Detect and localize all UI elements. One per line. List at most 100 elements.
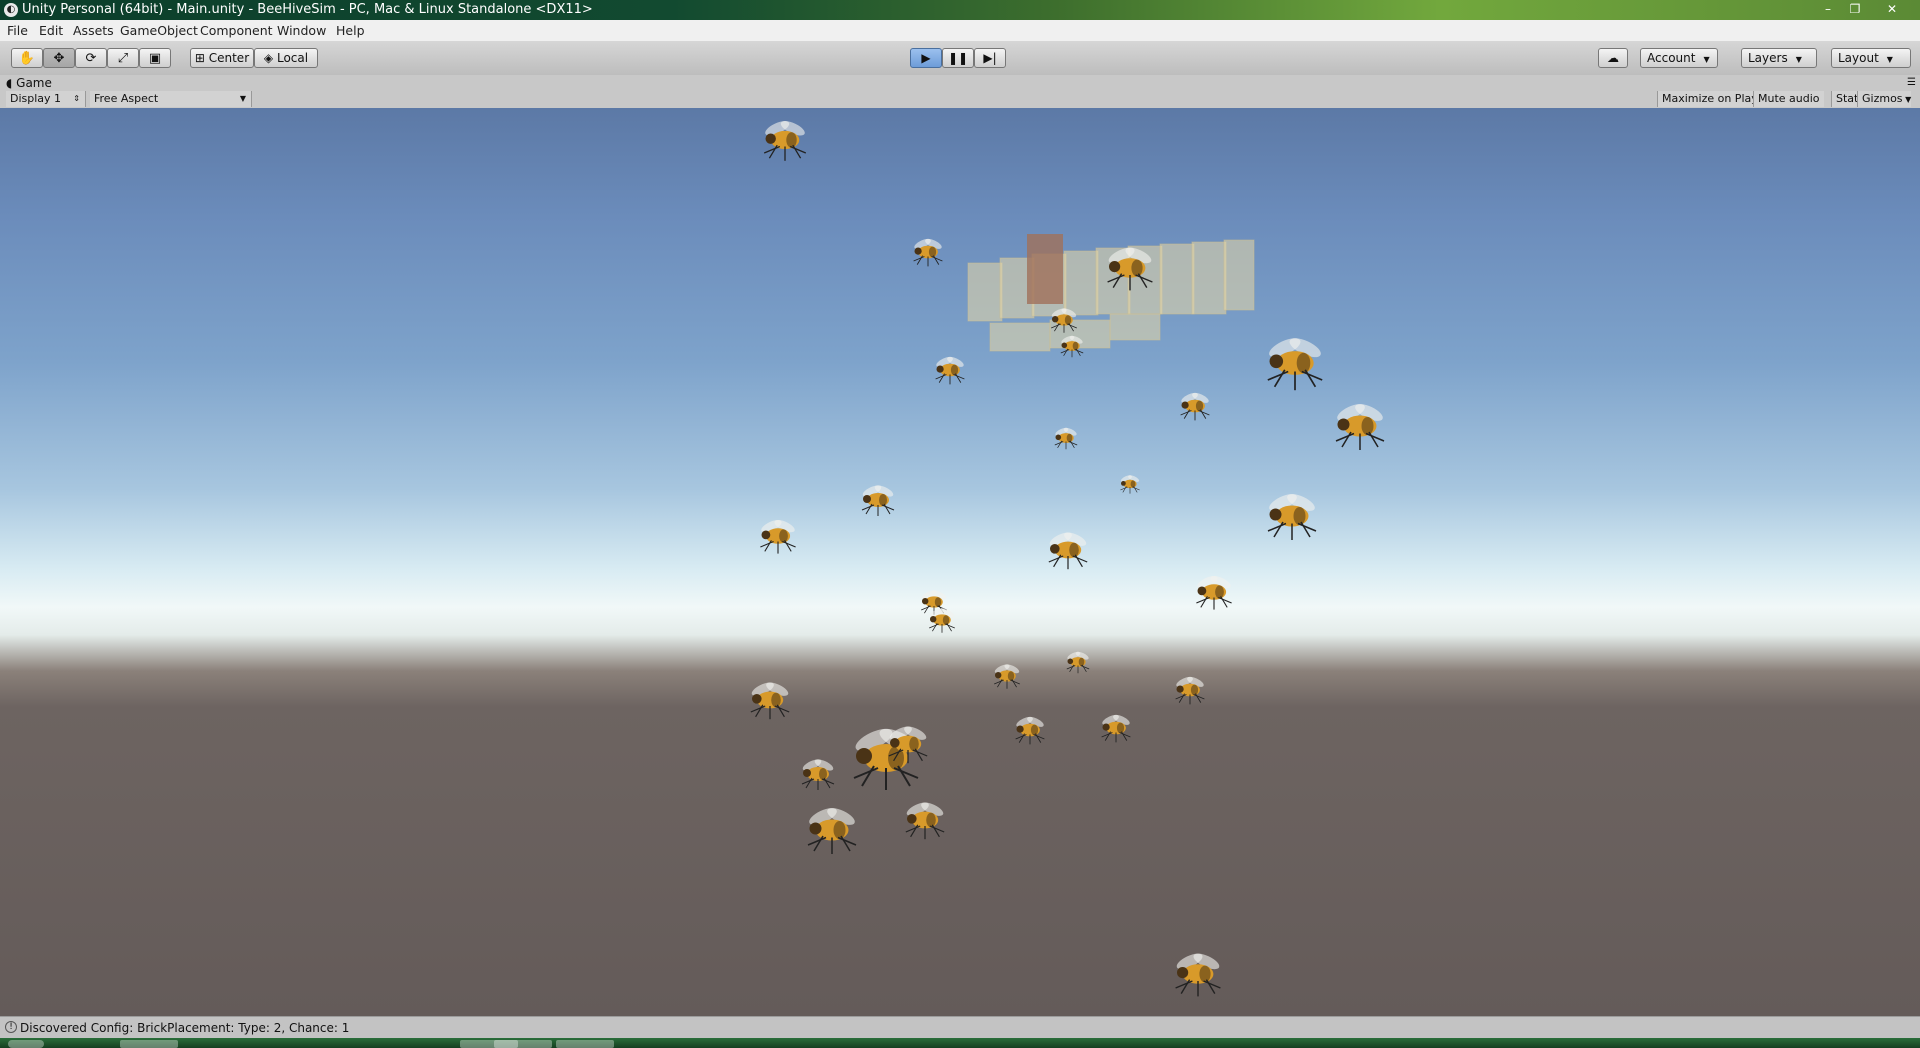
bee-head xyxy=(752,694,762,704)
bee-head xyxy=(856,748,872,764)
bee-stripe xyxy=(1069,542,1079,558)
bee-leg xyxy=(893,767,919,779)
bee-head xyxy=(1016,725,1024,733)
layout-dropdown[interactable]: Layout ▼ xyxy=(1831,48,1911,68)
account-dropdown[interactable]: Account ▼ xyxy=(1640,48,1718,68)
bee-leg xyxy=(776,704,785,718)
bee-head xyxy=(1067,658,1074,665)
maximize-on-play-toggle[interactable]: Maximize on Play xyxy=(1657,91,1762,107)
menu-help[interactable]: Help xyxy=(336,23,365,38)
bee-leg xyxy=(1195,693,1202,703)
restore-icon[interactable]: ❐ xyxy=(1843,0,1867,18)
bee xyxy=(807,808,857,854)
cloud-button[interactable]: ☁ xyxy=(1598,48,1628,68)
bee-leg xyxy=(1180,410,1192,416)
scale-tool-button[interactable]: ⤢ xyxy=(107,48,139,68)
menu-file[interactable]: File xyxy=(7,23,28,38)
bee-stripe xyxy=(926,812,936,828)
bee-leg xyxy=(821,778,835,785)
close-icon[interactable]: ✕ xyxy=(1880,0,1904,18)
taskbar-app-icon[interactable] xyxy=(556,1040,614,1048)
bee-head xyxy=(936,365,944,373)
bee-leg xyxy=(764,540,772,552)
layers-dropdown[interactable]: Layers ▼ xyxy=(1741,48,1817,68)
bee-leg xyxy=(931,256,943,262)
bee-head xyxy=(1269,508,1282,521)
display-select[interactable]: Display 1 ⇕ xyxy=(6,91,86,107)
taskbar-app-icon[interactable] xyxy=(494,1040,552,1048)
menu-edit[interactable]: Edit xyxy=(39,23,63,38)
bee-head xyxy=(922,598,929,605)
bee xyxy=(1101,714,1131,743)
gizmos-dropdown[interactable]: Gizmos ▼ xyxy=(1857,91,1911,107)
bee-leg xyxy=(1132,486,1140,491)
bee-leg xyxy=(1273,369,1286,388)
hive-cell xyxy=(1063,250,1099,316)
rect-tool-button[interactable]: ▣ xyxy=(139,48,171,68)
rotate-tool-button[interactable]: ⟳ xyxy=(75,48,107,68)
hive-cell xyxy=(1159,243,1195,315)
bee-head xyxy=(1050,544,1060,554)
bee-leg xyxy=(1183,409,1190,419)
game-viewport[interactable] xyxy=(0,108,1920,1016)
tab-game[interactable]: ◖ Game xyxy=(6,76,52,92)
bee-leg xyxy=(929,623,939,629)
cloud-icon: ☁ xyxy=(1607,51,1619,65)
menu-window[interactable]: Window xyxy=(277,23,326,38)
aspect-select[interactable]: Free Aspect ▼ xyxy=(90,91,252,107)
os-taskbar xyxy=(0,1038,1920,1048)
pivot-local-button[interactable]: ◈ Local xyxy=(254,48,318,68)
minimize-icon[interactable]: – xyxy=(1816,0,1840,18)
bee-leg xyxy=(1304,369,1317,388)
bee-head xyxy=(765,133,776,144)
pivot-center-button[interactable]: ⊞ Center xyxy=(190,48,254,68)
bee-leg xyxy=(1267,522,1287,532)
move-tool-button[interactable]: ✥ xyxy=(43,48,75,68)
bee-leg xyxy=(782,540,796,548)
bee xyxy=(1054,427,1078,450)
bee-stripe xyxy=(1072,341,1079,351)
bee-head xyxy=(890,738,900,748)
hive-cell xyxy=(1191,241,1227,315)
bee-leg xyxy=(768,144,778,159)
status-bar: ! Discovered Config: BrickPlacement: Typ… xyxy=(0,1016,1920,1039)
chevron-down-icon: ▼ xyxy=(1902,95,1912,104)
menu-gameobject[interactable]: GameObject xyxy=(120,23,198,38)
bee-leg xyxy=(1267,370,1289,381)
bee-leg xyxy=(914,748,923,762)
gizmos-label: Gizmos xyxy=(1862,92,1903,105)
chevron-down-icon: ▼ xyxy=(1886,55,1893,64)
pause-button[interactable]: ❚❚ xyxy=(942,48,974,68)
menu-component[interactable]: Component xyxy=(200,23,273,38)
chevron-down-icon: ▼ xyxy=(239,94,246,103)
status-message[interactable]: Discovered Config: BrickPlacement: Type:… xyxy=(20,1021,349,1035)
bee-leg xyxy=(861,504,875,511)
bee-leg xyxy=(883,503,891,515)
bee-stripe xyxy=(1215,585,1224,599)
bee-stripe xyxy=(833,821,846,839)
play-button[interactable]: ▶ xyxy=(910,48,942,68)
bee-leg xyxy=(910,824,919,838)
mute-audio-toggle[interactable]: Mute audio xyxy=(1753,91,1824,107)
bee-head xyxy=(914,247,922,255)
game-tab-label: Game xyxy=(16,76,52,90)
game-tab-icon: ◖ xyxy=(6,76,17,90)
bee-stripe xyxy=(1066,433,1073,443)
bee-leg xyxy=(784,540,792,552)
hive-cell xyxy=(1109,313,1161,341)
local-label: Local xyxy=(276,51,309,65)
bee-stripe xyxy=(1064,315,1072,325)
account-label: Account xyxy=(1647,51,1696,65)
bee-leg xyxy=(1341,431,1352,448)
bee-head xyxy=(1102,723,1110,731)
game-view-header: ◖ Game ☰ Display 1 ⇕ Free Aspect ▼ Maximiz… xyxy=(0,75,1920,109)
hive-cell xyxy=(967,262,1003,322)
taskbar-app-icon[interactable] xyxy=(120,1040,178,1048)
start-button-icon[interactable] xyxy=(8,1040,44,1048)
hand-tool-button[interactable]: ✋ xyxy=(11,48,43,68)
step-button[interactable]: ▶| xyxy=(974,48,1006,68)
menu-assets[interactable]: Assets xyxy=(73,23,114,38)
bee-leg xyxy=(1175,980,1193,989)
pivot-label: Center xyxy=(208,51,250,65)
panel-menu-icon[interactable]: ☰ xyxy=(1907,77,1916,88)
